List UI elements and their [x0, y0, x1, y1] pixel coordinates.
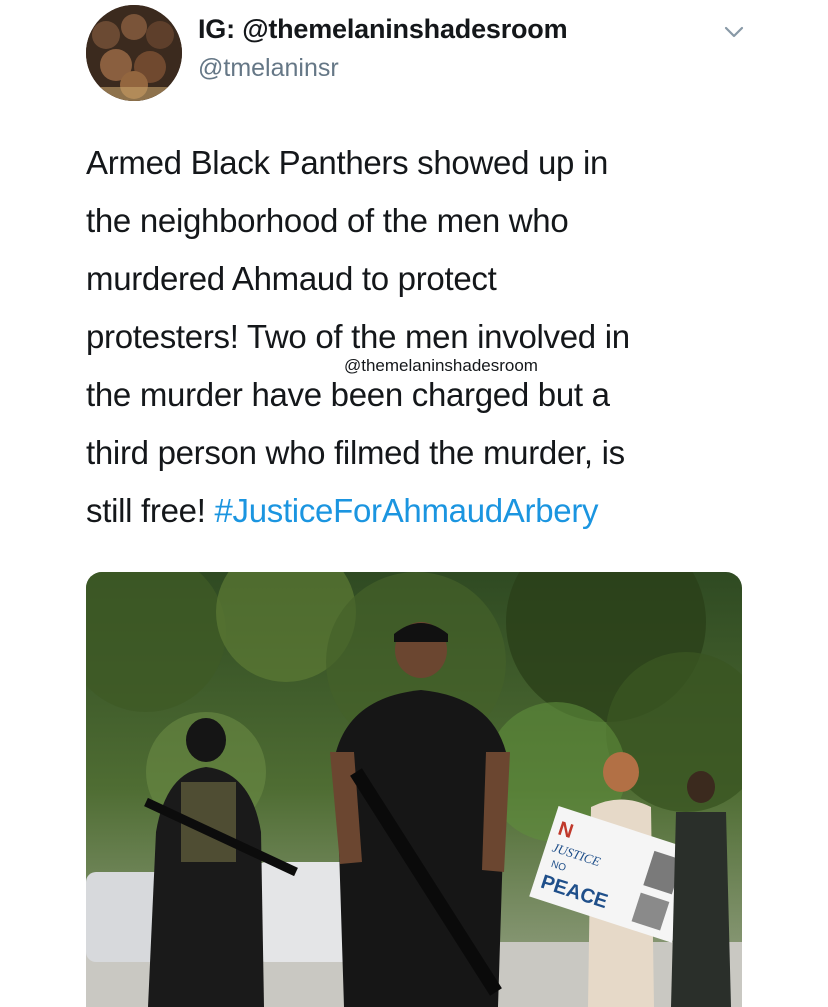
tweet-text-last-line: still free! #JusticeForAhmaudArbery	[86, 482, 766, 540]
tweet-card: IG: @themelaninshadesroom @tmelaninsr Ar…	[0, 0, 828, 1007]
tweet-text-line: still free!	[86, 492, 215, 529]
display-name[interactable]: IG: @themelaninshadesroom	[198, 14, 568, 45]
avatar[interactable]	[86, 5, 182, 101]
tweet-text-line: the neighborhood of the men who	[86, 202, 569, 239]
tweet-text-line: Armed Black Panthers showed up in	[86, 144, 609, 181]
tweet-photo[interactable]: N JUSTICE NO PEACE	[86, 572, 742, 1007]
tweet-text-line: third person who filmed the murder, is	[86, 434, 625, 471]
user-handle[interactable]: @tmelaninsr	[198, 54, 339, 83]
chevron-down-icon[interactable]	[720, 18, 748, 46]
hashtag-link[interactable]: #JusticeForAhmaudArbery	[214, 492, 598, 529]
tweet-text: Armed Black Panthers showed up in the ne…	[86, 134, 766, 540]
tweet-text-line: murdered Ahmaud to protect	[86, 260, 497, 297]
watermark: @themelaninshadesroom	[344, 356, 538, 375]
